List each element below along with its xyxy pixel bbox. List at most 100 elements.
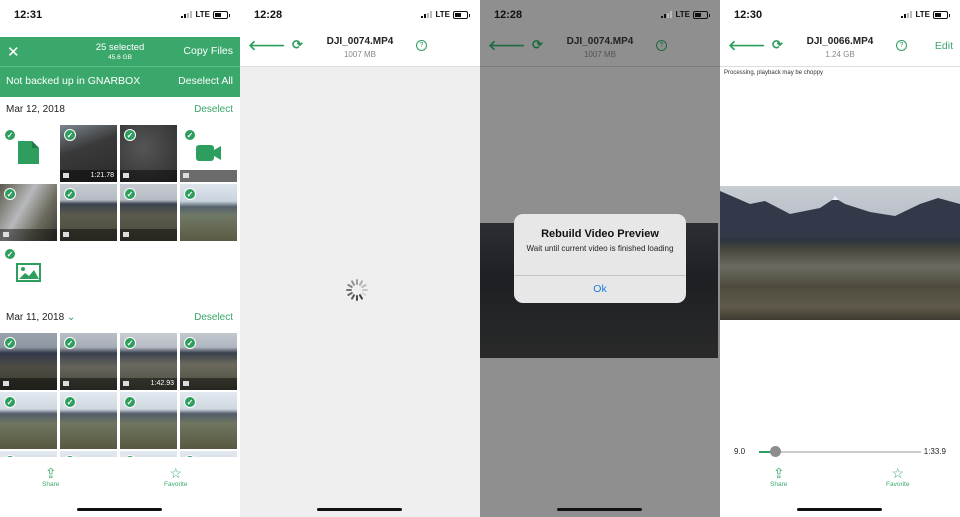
bottom-toolbar: ⇪ Share ☆ Favorite [720, 457, 960, 517]
date-label: Mar 12, 2018 [6, 104, 65, 115]
check-icon: ✓ [184, 188, 196, 200]
battery-icon [933, 10, 950, 19]
home-indicator [797, 508, 882, 511]
check-icon: ✓ [184, 396, 196, 408]
network-label: LTE [675, 10, 690, 19]
scrubber-track[interactable] [759, 446, 921, 457]
deselect-button[interactable]: Deselect [194, 104, 233, 115]
share-button[interactable]: ⇪ Share [42, 465, 59, 488]
spinner-segment [356, 295, 358, 301]
check-icon: ✓ [4, 337, 16, 349]
current-time: 9.0 [734, 447, 746, 456]
copy-files-button[interactable]: Copy Files [183, 45, 233, 57]
check-icon: ✓ [4, 188, 16, 200]
video-icon [183, 381, 189, 386]
processing-notice: Processing, playback may be choppy [724, 70, 824, 76]
scrubber-handle[interactable] [770, 446, 782, 457]
status-time: 12:28 [254, 9, 283, 21]
file-title: DJI_0066.MP4 [806, 36, 874, 47]
video-icon [183, 173, 189, 178]
video-icon [63, 381, 69, 386]
check-icon: ✓ [124, 129, 136, 141]
media-item[interactable]: ✓ [0, 125, 57, 182]
video-icon [123, 232, 129, 237]
share-icon: ⇪ [44, 465, 57, 481]
selection-bar: ✕ 25 selected 45.6 GB Copy Files Not bac… [0, 37, 240, 97]
filter-label[interactable]: Not backed up in GNARBOX [6, 75, 140, 87]
media-item[interactable]: ✓ [0, 333, 57, 390]
media-item[interactable]: ✓ 1:42.93 [120, 333, 177, 390]
media-item[interactable]: ✓ 1:21.78 [60, 125, 117, 182]
end-time: 1:33.9 [923, 447, 946, 456]
help-icon[interactable]: ? [656, 40, 667, 51]
check-icon: ✓ [184, 129, 196, 141]
signal-icon [181, 11, 193, 18]
spinner-segment [346, 289, 352, 291]
loading-spinner-icon [346, 279, 368, 301]
media-item[interactable]: ✓ [60, 184, 117, 241]
status-bar: 12:30 LTE [720, 0, 960, 32]
chevron-down-icon[interactable]: ⌄ [67, 312, 75, 323]
edit-button[interactable]: Edit [935, 40, 953, 52]
video-icon [123, 381, 129, 386]
alert-message: Wait until current video is finished loa… [526, 244, 674, 253]
media-item[interactable]: ✓ [60, 392, 117, 449]
file-size: 1.24 GB [825, 50, 855, 59]
network-label: LTE [915, 10, 930, 19]
media-item[interactable]: ✓ [120, 392, 177, 449]
media-item[interactable]: ✓ [0, 392, 57, 449]
status-time: 12:28 [494, 9, 523, 21]
favorite-button[interactable]: ☆ Favorite [886, 465, 909, 488]
share-button[interactable]: ⇪ Share [770, 465, 787, 488]
media-item[interactable]: ✓ [180, 184, 237, 241]
media-item[interactable]: ✓ [0, 244, 57, 301]
help-icon[interactable]: ? [416, 40, 427, 51]
check-icon: ✓ [64, 396, 76, 408]
battery-icon [693, 10, 710, 19]
check-icon: ✓ [64, 337, 76, 349]
share-label: Share [770, 481, 788, 488]
battery-icon [453, 10, 470, 19]
spinner-segment [350, 293, 356, 301]
spinner-segment [360, 283, 368, 289]
file-title: DJI_0074.MP4 [326, 36, 394, 47]
nav-bar: 🡐 ⟳ DJI_0066.MP4 1.24 GB ? Edit [720, 32, 960, 67]
share-icon: ⇪ [772, 465, 785, 481]
video-loading-screen: 12:28 LTE 🡐 ⟳ DJI_0074.MP4 1007 MB ? [240, 0, 480, 517]
deselect-all-button[interactable]: Deselect All [178, 75, 233, 87]
divider [0, 66, 240, 67]
alert-title: Rebuild Video Preview [541, 228, 659, 240]
status-bar: 12:31 LTE [0, 0, 240, 32]
media-item[interactable]: ✓ [120, 125, 177, 182]
video-alert-screen: 12:28 LTE 🡐 ⟳ DJI_0074.MP4 1007 MB ? Reb… [480, 0, 720, 517]
battery-icon [213, 10, 230, 19]
ok-button[interactable]: Ok [514, 283, 686, 295]
date-header: Mar 12, 2018 Deselect [0, 100, 240, 120]
media-item[interactable]: ✓ [180, 333, 237, 390]
video-player-screen: 12:30 LTE 🡐 ⟳ DJI_0066.MP4 1.24 GB ? Edi… [720, 0, 960, 517]
video-icon [3, 381, 9, 386]
home-indicator [77, 508, 162, 511]
status-time: 12:30 [734, 9, 763, 21]
favorite-button[interactable]: ☆ Favorite [164, 465, 187, 488]
star-icon: ☆ [891, 465, 905, 481]
help-icon[interactable]: ? [896, 40, 907, 51]
media-item[interactable]: ✓ [120, 184, 177, 241]
check-icon: ✓ [64, 129, 76, 141]
media-item[interactable]: ✓ [60, 333, 117, 390]
divider [514, 275, 686, 276]
check-icon: ✓ [4, 248, 16, 260]
media-item[interactable]: ✓ [180, 125, 237, 182]
file-title: DJI_0074.MP4 [566, 36, 634, 47]
nav-bar: 🡐 ⟳ DJI_0074.MP4 1007 MB ? [480, 32, 720, 67]
check-icon: ✓ [4, 396, 16, 408]
deselect-button[interactable]: Deselect [194, 312, 233, 323]
duration-label: 1:42.93 [150, 380, 174, 387]
signal-icon [661, 11, 673, 18]
video-icon [63, 232, 69, 237]
status-time: 12:31 [14, 9, 43, 21]
favorite-label: Favorite [886, 481, 910, 488]
media-item[interactable]: ✓ [180, 392, 237, 449]
media-item[interactable]: ✓ [0, 184, 57, 241]
favorite-label: Favorite [164, 481, 188, 488]
